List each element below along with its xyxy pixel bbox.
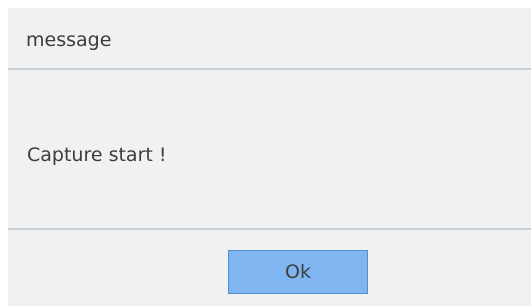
dialog-header: message	[8, 8, 531, 70]
dialog-body: Capture start !	[8, 70, 531, 230]
message-dialog: message Capture start ! Ok	[8, 8, 531, 306]
dialog-title: message	[26, 29, 112, 51]
ok-button[interactable]: Ok	[228, 250, 368, 294]
dialog-message: Capture start !	[27, 144, 167, 166]
dialog-footer: Ok	[8, 230, 531, 306]
